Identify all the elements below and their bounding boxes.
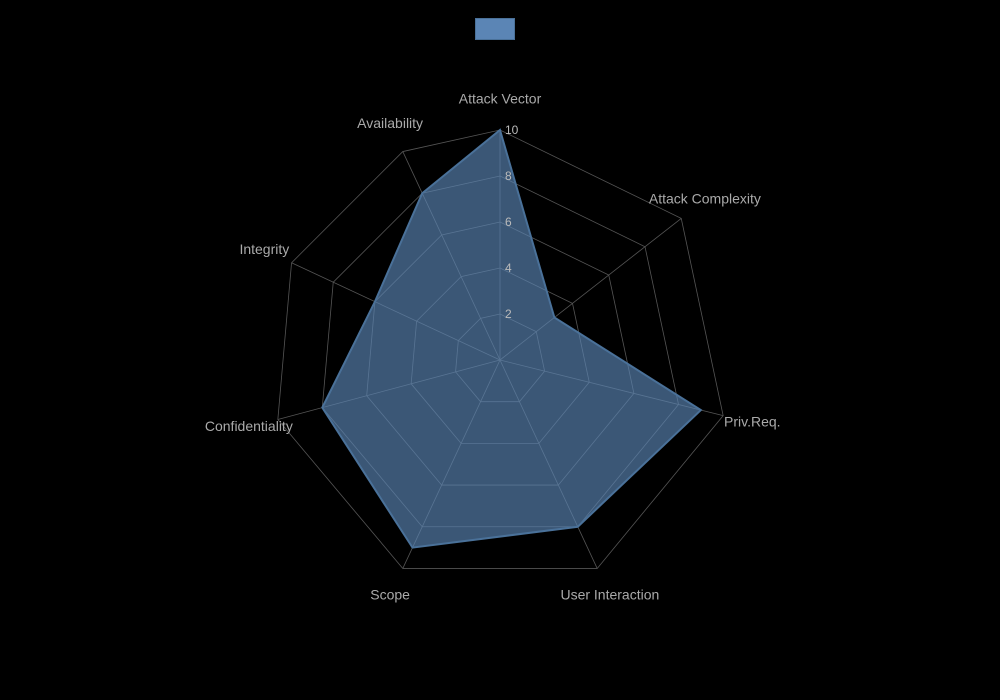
svg-text:Scope: Scope: [370, 586, 410, 602]
svg-text:Attack Vector: Attack Vector: [459, 91, 542, 107]
chart-container: 2 4 6 8 10 Attack Vector Attack Complexity Priv…: [0, 0, 1000, 700]
svg-text:User Interaction: User Interaction: [560, 586, 659, 602]
svg-text:10: 10: [505, 123, 519, 137]
svg-text:Confidentiality: Confidentiality: [205, 418, 293, 434]
svg-text:Integrity: Integrity: [239, 241, 289, 257]
svg-text:2: 2: [505, 307, 512, 321]
svg-text:8: 8: [505, 169, 512, 183]
svg-text:Attack Complexity: Attack Complexity: [649, 191, 761, 207]
radar-chart-svg: 2 4 6 8 10 Attack Vector Attack Complexity Priv…: [0, 0, 1000, 700]
svg-text:Availability: Availability: [357, 115, 423, 131]
svg-text:6: 6: [505, 215, 512, 229]
svg-text:Priv.Req.: Priv.Req.: [724, 414, 781, 430]
svg-text:4: 4: [505, 261, 512, 275]
